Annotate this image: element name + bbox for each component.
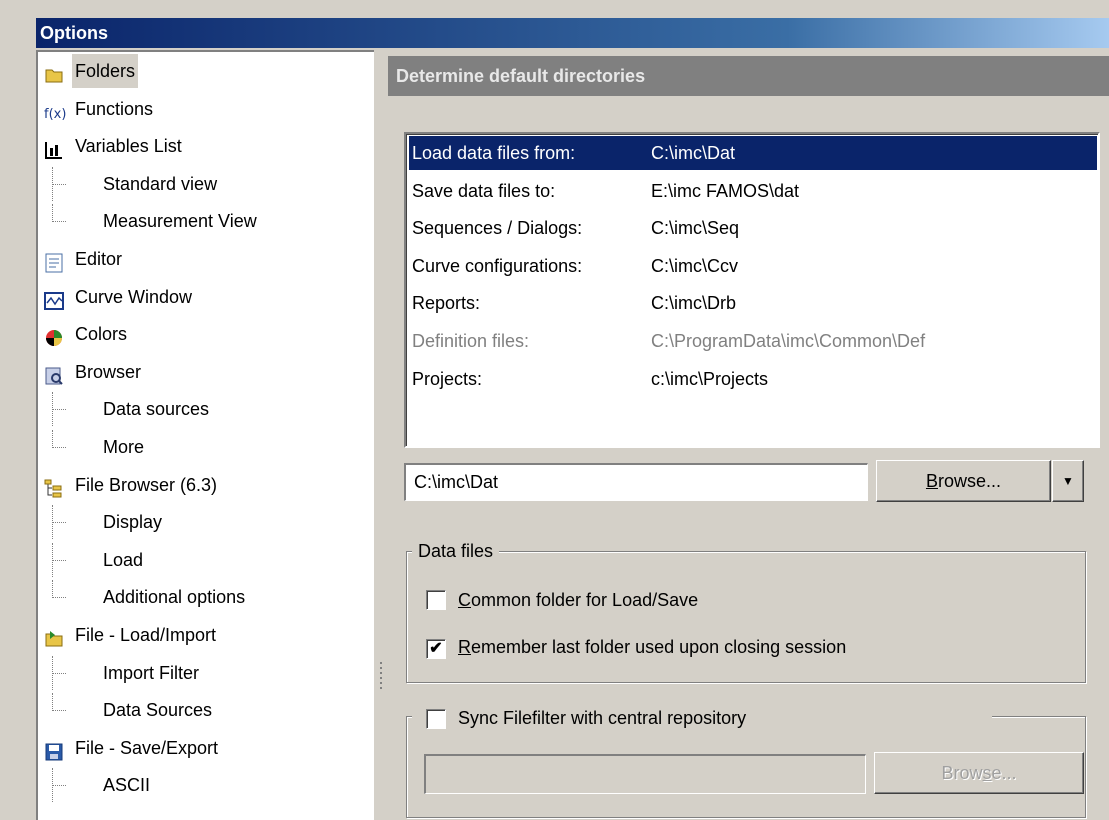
sync-filefilter-label[interactable]: Sync Filefilter with central repository — [458, 706, 746, 730]
tree-item-label: Additional options — [103, 587, 246, 608]
common-folder-label[interactable]: Common folder for Load/Save — [458, 588, 698, 612]
tree-item-label: Import Filter — [103, 662, 200, 683]
directory-path: C:\imc\Ccv — [651, 255, 738, 276]
tree-connector — [52, 672, 66, 674]
colors-icon — [44, 325, 64, 347]
tree-item-label: File Browser (6.3) — [75, 474, 218, 495]
tree-connector — [52, 183, 66, 185]
browse-label-accel: B — [925, 471, 938, 491]
tree-connector — [52, 559, 66, 561]
directory-row[interactable]: Projects: c:\imc\Projects — [409, 362, 1097, 396]
directory-path: E:\imc FAMOS\dat — [651, 180, 800, 201]
file-load-icon — [44, 626, 64, 647]
chevron-down-icon: ▼ — [1062, 474, 1074, 488]
common-folder-checkbox[interactable] — [426, 590, 446, 610]
browse-dropdown-button[interactable]: ▼ — [1052, 460, 1084, 502]
remember-last-folder-label[interactable]: Remember last folder used upon closing s… — [458, 635, 846, 659]
tree-connector — [52, 447, 66, 448]
save-disk-icon — [44, 739, 64, 761]
data-files-legend: Data files — [412, 540, 500, 562]
directories-list[interactable]: Load data files from: C:\imc\Dat Save data… — [404, 132, 1100, 448]
directory-path: C:\imc\Drb — [651, 293, 736, 314]
tree-item-label: Display — [103, 512, 163, 533]
tree-connector — [52, 221, 66, 223]
sync-filefilter-checkbox[interactable] — [426, 709, 446, 729]
remember-last-folder-checkbox[interactable]: ✔ — [426, 639, 446, 659]
tree-item-label: Data Sources — [103, 700, 213, 721]
directory-path: C:\imc\Dat — [651, 143, 736, 163]
variables-list-icon — [44, 137, 64, 160]
tree-item-label: Browser — [75, 361, 142, 382]
directory-path: c:\imc\Projects — [651, 368, 769, 389]
tree-connector — [52, 597, 66, 599]
directory-row[interactable]: Save data files to: E:\imc FAMOS\dat — [409, 174, 1097, 208]
tree-item-label: Colors — [75, 324, 128, 345]
tree-item-label: Folders — [72, 54, 139, 88]
directory-label: Load data files from: — [412, 143, 576, 163]
directory-label: Curve configurations: — [412, 255, 583, 276]
repository-path-field — [424, 754, 866, 794]
directory-path: C:\imc\Seq — [651, 218, 740, 239]
tree-item-label: Functions — [75, 98, 154, 119]
tree-connector — [52, 693, 53, 712]
tree-connector — [52, 409, 66, 411]
directory-label: Projects: — [412, 368, 483, 389]
window-title: Options — [36, 18, 1109, 48]
tree-item-label: Standard view — [103, 173, 218, 194]
tree-item-label: Measurement View — [103, 211, 257, 232]
directory-row[interactable]: Curve configurations: C:\imc\Ccv — [409, 249, 1097, 283]
directory-row[interactable]: Reports: C:\imc\Drb — [409, 286, 1097, 320]
options-tree[interactable]: Folders f(x) Functions Variables List Standa… — [36, 50, 374, 820]
repository-browse-button: Browse... — [874, 752, 1084, 794]
tree-connector — [52, 580, 53, 599]
browse-label-post: rowse... — [937, 471, 1002, 491]
tree-item-label: ASCII — [103, 775, 151, 796]
curve-window-icon — [44, 288, 64, 310]
tree-connector — [52, 204, 53, 223]
splitter[interactable] — [376, 50, 388, 820]
directory-path: C:\ProgramData\imc\Common\Def — [651, 331, 926, 351]
directory-label: Sequences / Dialogs: — [412, 218, 583, 239]
function-icon: f(x) — [44, 100, 66, 122]
tree-connector — [52, 785, 66, 787]
svg-text:f(x): f(x) — [44, 107, 66, 122]
directory-row[interactable]: Definition files: C:\ProgramData\imc\Comm… — [409, 324, 1097, 358]
data-files-group — [406, 551, 1086, 683]
tree-item-label: Editor — [75, 249, 123, 269]
tree-item-label: File - Load/Import — [75, 625, 217, 645]
tree-item-label: Variables List — [75, 136, 182, 157]
directory-row[interactable]: Load data files from: C:\imc\Dat — [409, 136, 1097, 170]
tree-item-label: File - Save/Export — [75, 737, 219, 758]
checkmark-icon: ✔ — [429, 640, 443, 657]
tree-item-label: Curve Window — [75, 286, 193, 307]
editor-icon — [44, 250, 64, 273]
tree-connector — [52, 522, 66, 524]
path-input[interactable]: C:\imc\Dat — [404, 463, 868, 501]
directory-label: Reports: — [412, 293, 481, 314]
tree-item-label: Data sources — [103, 399, 210, 420]
panel-header: Determine default directories — [388, 56, 1109, 96]
tree-item-label: More — [103, 437, 145, 457]
directory-label: Save data files to: — [412, 180, 556, 201]
tree-connector — [52, 430, 53, 448]
tree-connector — [52, 710, 66, 712]
file-browser-icon — [44, 476, 64, 498]
directory-row[interactable]: Sequences / Dialogs: C:\imc\Seq — [409, 211, 1097, 245]
directory-label: Definition files: — [412, 331, 530, 351]
browser-icon — [44, 363, 64, 385]
browse-button[interactable]: Browse... — [876, 460, 1051, 502]
folder-icon — [44, 62, 64, 83]
splitter-grip[interactable] — [380, 662, 382, 692]
tree-item-label: Load — [103, 549, 144, 570]
